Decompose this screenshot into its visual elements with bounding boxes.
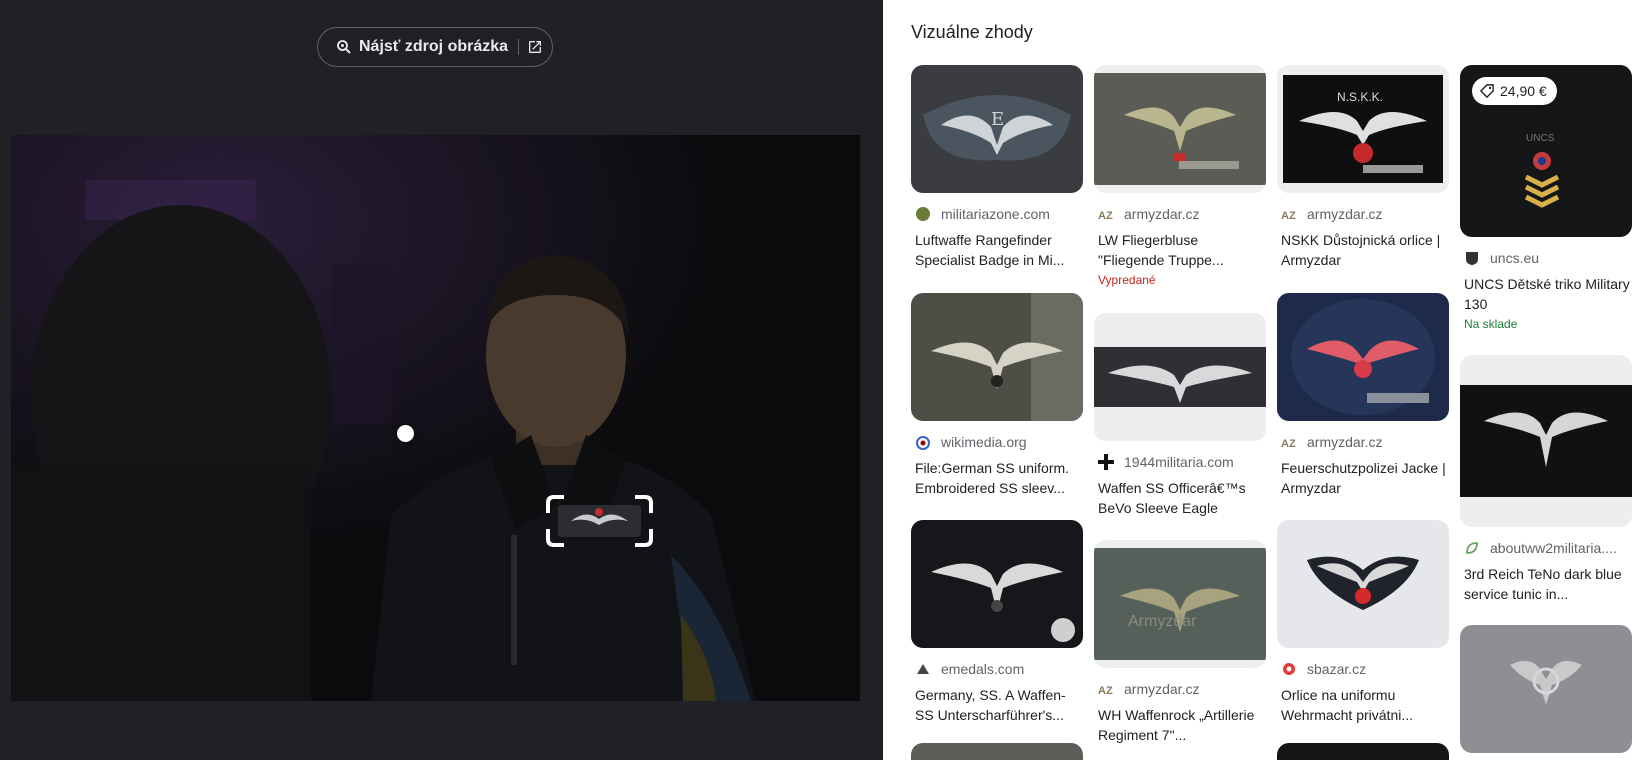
image-viewer: Nájsť zdroj obrázka bbox=[0, 0, 883, 760]
result-source-label: emedals.com bbox=[941, 661, 1025, 677]
result-card[interactable]: emedals.com Germany, SS. A Waffen-SS Unt… bbox=[911, 520, 1083, 725]
result-title[interactable]: 3rd Reich TeNo dark blue service tunic i… bbox=[1460, 564, 1632, 604]
crop-selection-frame[interactable] bbox=[546, 495, 653, 547]
result-source-label: wikimedia.org bbox=[941, 434, 1027, 450]
detected-object-dot[interactable] bbox=[397, 425, 414, 442]
aboutww2militaria-favicon-icon bbox=[1466, 542, 1478, 554]
panel-title: Vizuálne zhody bbox=[911, 22, 1033, 42]
result-thumbnail[interactable] bbox=[911, 293, 1083, 421]
result-thumbnail[interactable] bbox=[1460, 355, 1632, 527]
wikimedia-favicon-icon bbox=[916, 436, 930, 450]
result-source-label: 1944militaria.com bbox=[1124, 454, 1234, 470]
svg-text:AZ: AZ bbox=[1281, 210, 1296, 222]
result-card[interactable] bbox=[1460, 625, 1632, 753]
result-card[interactable]: E militariazone.com Luftwaffe Rangefinde… bbox=[911, 65, 1083, 270]
1944militaria-favicon-icon bbox=[1098, 454, 1114, 470]
result-source[interactable]: emedals.com bbox=[911, 660, 1083, 678]
result-title[interactable]: WH Waffenrock „Artillerie Regiment 7"... bbox=[1094, 705, 1266, 745]
result-card[interactable]: AZ armyzdar.cz LW Fliegerbluse "Fliegende… bbox=[1094, 65, 1266, 287]
result-source[interactable]: AZ armyzdar.cz bbox=[1277, 205, 1449, 223]
armyzdar-favicon-icon: AZ bbox=[1281, 438, 1296, 450]
result-source[interactable]: sbazar.cz bbox=[1277, 660, 1449, 678]
result-thumbnail[interactable]: E bbox=[911, 65, 1083, 193]
svg-text:UNCS: UNCS bbox=[1526, 133, 1555, 144]
uncs-favicon-icon bbox=[1466, 252, 1478, 265]
result-source-label: militariazone.com bbox=[941, 206, 1050, 222]
svg-text:AZ: AZ bbox=[1281, 438, 1296, 450]
result-title[interactable]: LW Fliegerbluse "Fliegende Truppe... bbox=[1094, 230, 1266, 270]
result-source[interactable]: AZ armyzdar.cz bbox=[1277, 433, 1449, 451]
armyzdar-favicon-icon: AZ bbox=[1098, 210, 1113, 222]
result-card[interactable]: 1944militaria.com Waffen SS Officerâ€™s … bbox=[1094, 313, 1266, 518]
result-source[interactable]: aboutww2militaria.... bbox=[1460, 539, 1632, 557]
result-thumbnail[interactable] bbox=[1277, 293, 1449, 421]
result-title[interactable]: Luftwaffe Rangefinder Specialist Badge i… bbox=[911, 230, 1083, 270]
price-label: 24,90 € bbox=[1500, 83, 1547, 99]
result-thumbnail[interactable] bbox=[1094, 65, 1266, 193]
result-source-label: armyzdar.cz bbox=[1124, 206, 1200, 222]
lens-icon bbox=[337, 40, 351, 54]
result-source[interactable]: uncs.eu bbox=[1460, 249, 1632, 267]
result-title[interactable]: NSKK Důstojnická orlice | Armyzdar bbox=[1277, 230, 1449, 270]
result-source-label: armyzdar.cz bbox=[1307, 434, 1383, 450]
stock-status: Na sklade bbox=[1464, 317, 1518, 331]
result-source-label: aboutww2militaria.... bbox=[1490, 540, 1617, 556]
result-title[interactable]: File:German SS uniform. Embroidered SS s… bbox=[911, 458, 1083, 498]
result-source[interactable]: AZ armyzdar.cz bbox=[1094, 680, 1266, 698]
price-tag-icon bbox=[1480, 84, 1494, 98]
result-title[interactable]: Waffen SS Officerâ€™s BeVo Sleeve Eagle bbox=[1094, 478, 1266, 518]
svg-text:AZ: AZ bbox=[1098, 210, 1113, 222]
result-source[interactable]: 1944militaria.com bbox=[1094, 453, 1266, 471]
result-thumbnail[interactable] bbox=[1277, 743, 1449, 760]
result-title[interactable]: UNCS Dětské triko Military 130 bbox=[1460, 274, 1632, 314]
search-image bbox=[11, 135, 860, 701]
armyzdar-favicon-icon: AZ bbox=[1281, 210, 1296, 222]
result-card[interactable]: sbazar.cz Orlice na uniformu Wehrmacht p… bbox=[1277, 520, 1449, 725]
result-thumbnail[interactable] bbox=[1277, 520, 1449, 648]
armyzdar-favicon-icon: AZ bbox=[1098, 685, 1113, 697]
result-thumbnail[interactable] bbox=[1094, 313, 1266, 441]
svg-text:AZ: AZ bbox=[1098, 685, 1113, 697]
result-title[interactable]: Orlice na uniformu Wehrmacht privátni... bbox=[1277, 685, 1449, 725]
result-source-label: uncs.eu bbox=[1490, 250, 1540, 266]
stock-status: Vypredané bbox=[1098, 273, 1156, 287]
result-thumbnail[interactable]: UNCS 24,90 € bbox=[1460, 65, 1632, 237]
result-thumbnail[interactable] bbox=[911, 520, 1083, 648]
militariazone-favicon-icon bbox=[916, 207, 930, 221]
svg-text:N.S.K.K.: N.S.K.K. bbox=[1337, 90, 1383, 104]
result-source-label: armyzdar.cz bbox=[1307, 206, 1383, 222]
find-image-source-button[interactable]: Nájsť zdroj obrázka bbox=[317, 27, 553, 67]
result-source[interactable]: militariazone.com bbox=[911, 205, 1083, 223]
result-card[interactable] bbox=[1277, 743, 1449, 760]
result-title[interactable]: Feuerschutzpolizei Jacke | Armyzdar bbox=[1277, 458, 1449, 498]
sbazar-favicon-icon bbox=[1283, 663, 1295, 675]
result-source-label: sbazar.cz bbox=[1307, 661, 1367, 677]
result-card[interactable]: Armyzdar AZ armyzdar.cz WH Waffenrock „Ar… bbox=[1094, 540, 1266, 745]
result-title[interactable]: Germany, SS. A Waffen-SS Unterscharführe… bbox=[911, 685, 1083, 725]
result-thumbnail[interactable] bbox=[911, 743, 1083, 760]
result-card[interactable]: UNCS 24,90 € uncs.eu UNCS Dětské triko M… bbox=[1460, 65, 1632, 331]
result-card[interactable]: AZ armyzdar.cz Feuerschutzpolizei Jacke |… bbox=[1277, 293, 1449, 498]
visual-matches-panel: Vizuálne zhody E militariazone.com Luftw… bbox=[883, 0, 1649, 760]
result-card[interactable]: wikimedia.org File:German SS uniform. Em… bbox=[911, 293, 1083, 498]
result-card[interactable]: N.S.K.K. AZ armyzdar.cz NSKK Důstojnická … bbox=[1277, 65, 1449, 270]
open-in-new-icon bbox=[518, 39, 542, 55]
price-badge: 24,90 € bbox=[1472, 77, 1557, 105]
result-thumbnail[interactable]: N.S.K.K. bbox=[1277, 65, 1449, 193]
svg-text:Armyzdar: Armyzdar bbox=[1128, 613, 1197, 630]
result-source-label: armyzdar.cz bbox=[1124, 681, 1200, 697]
result-card[interactable]: aboutww2militaria.... 3rd Reich TeNo dar… bbox=[1460, 355, 1632, 604]
result-source[interactable]: wikimedia.org bbox=[911, 433, 1083, 451]
result-source[interactable]: AZ armyzdar.cz bbox=[1094, 205, 1266, 223]
result-card[interactable] bbox=[911, 743, 1083, 760]
result-thumbnail[interactable]: Armyzdar bbox=[1094, 540, 1266, 668]
emedals-favicon-icon bbox=[917, 664, 929, 674]
svg-text:E: E bbox=[991, 109, 1004, 130]
find-image-source-label: Nájsť zdroj obrázka bbox=[359, 38, 509, 55]
result-thumbnail[interactable] bbox=[1460, 625, 1632, 753]
